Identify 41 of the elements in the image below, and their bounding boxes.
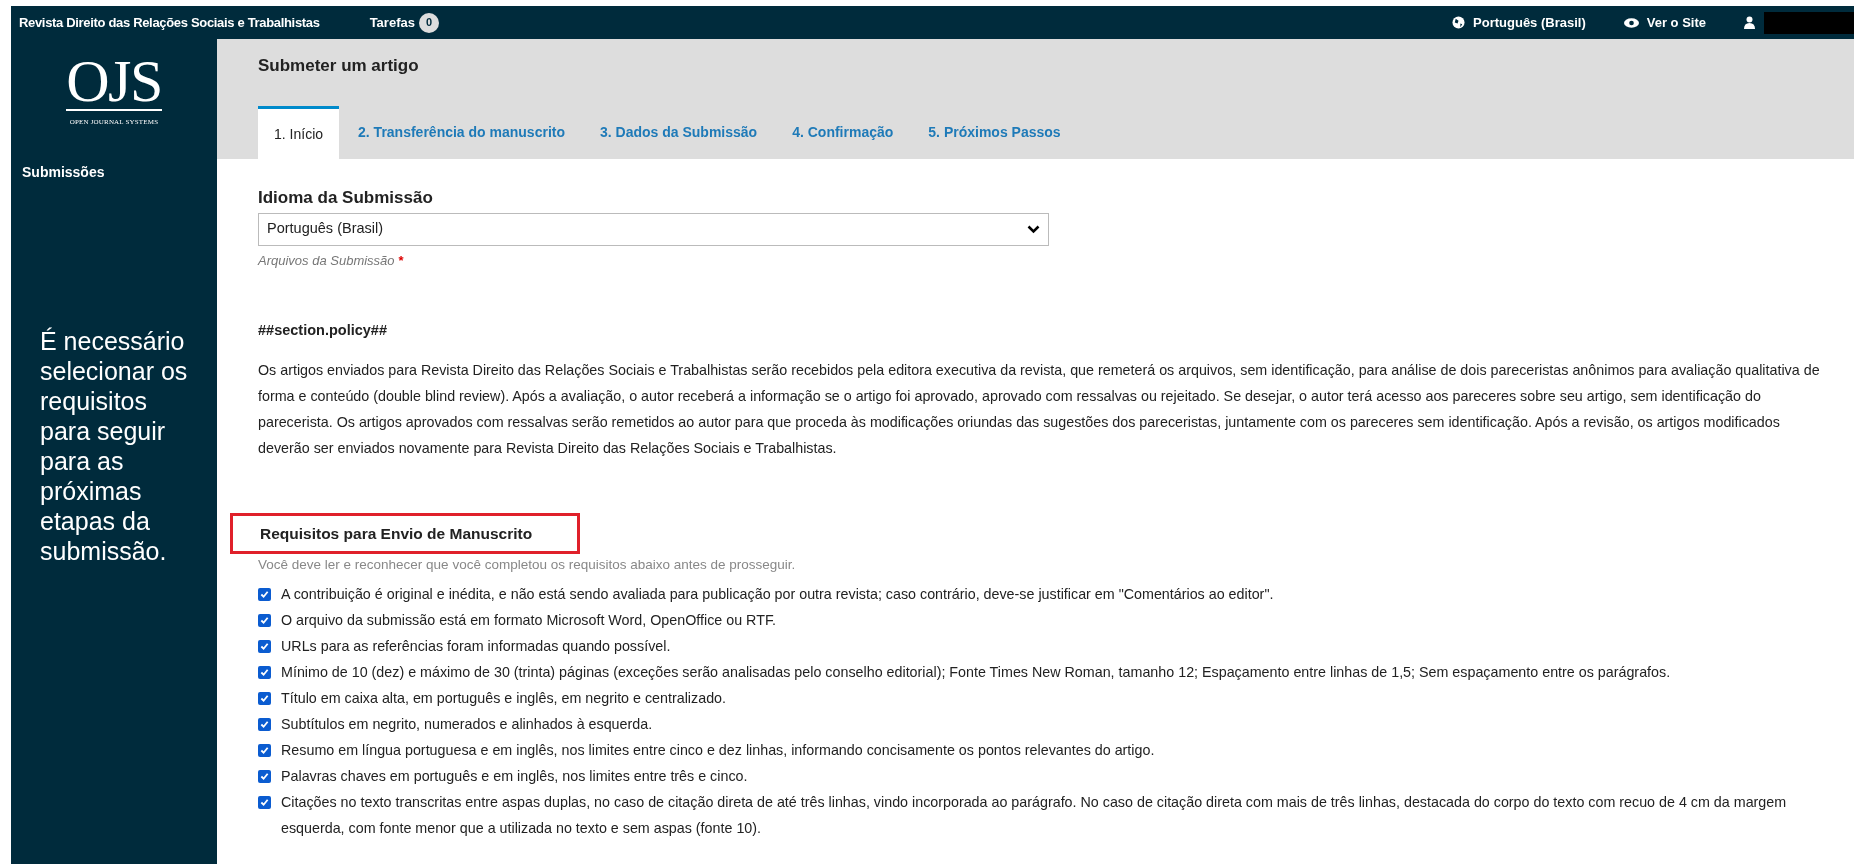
tab[interactable]: 1. Início bbox=[258, 106, 340, 159]
language-select[interactable]: Português (Brasil) bbox=[258, 212, 1049, 246]
checkbox[interactable] bbox=[258, 718, 271, 732]
checkbox[interactable] bbox=[258, 640, 271, 654]
field-label: Idioma da Submissão bbox=[258, 187, 434, 209]
user-icon bbox=[1744, 16, 1755, 29]
requirements-heading: Requisitos para Envio de Manuscrito bbox=[230, 512, 581, 554]
globe-icon bbox=[1452, 16, 1466, 29]
requirement-text: Mínimo de 10 (dez) e máximo de 30 (trinta) páginas (exceções serão analisadas pelo conselho editorial); Fonte Times New Roman, tamanho 12; Espaçamento entre linhas de 1,5; Sem espaçamento entre os parágrafos. bbox=[281, 663, 1671, 683]
checkbox[interactable] bbox=[258, 744, 271, 758]
requirement-text: Resumo em língua portuguesa e em inglês, nos limites entre cinco e dez linhas, informando concisamente os pontos relevantes do artigo. bbox=[281, 741, 1155, 761]
policy-text: Os artigos enviados para Revista Direito das Relações Sociais e Trabalhistas serão recebidos pela editora executiva da revista, que remeterá os arquivos, sem identificação, para análise de dois pareceristas anônimos para avaliação qualitativa de forma e conteúdo (double blind review). Após a avaliação, o autor receberá a informação se o artigo foi aprovado, aprovado com ressalvas ou rejeitado. Se desejar, o autor terá acesso aos pareceres sobre seu artigo, sem identificação do parecerista. Os artigos aprovados com ressalvas serão remetidos ao autor para que proceda às modificações oriundas das sugestões dos pareceristas, juntamente com os pareceres sem identificação. Após a revisão, os artigos modificados deverão ser enviados novamente para Revista Direito das Relações Sociais e Trabalhistas. bbox=[258, 360, 1821, 458]
journal-title[interactable]: Revista Direito das Relações Sociais e Trabalhistas bbox=[19, 12, 320, 33]
requirement-text: Subtítulos em negrito, numerados e alinhados à esquerda. bbox=[281, 715, 653, 735]
tasks-link[interactable]: Tarefas bbox=[369, 12, 415, 33]
checkbox[interactable] bbox=[258, 588, 271, 602]
eye-icon bbox=[1623, 17, 1639, 28]
chevron-down-icon bbox=[1027, 224, 1040, 234]
sidebar-item[interactable]: Submissões bbox=[11, 157, 217, 187]
section-heading: ##section.policy## bbox=[258, 321, 388, 340]
required-mark: * bbox=[398, 251, 404, 270]
annotation-text: É necessário selecionar os requisitos para seguir para as próximas etapas da submissão. bbox=[39, 326, 189, 566]
checkbox[interactable] bbox=[258, 770, 271, 784]
instructions-text: Você deve ler e reconhecer que você completou os requisitos abaixo antes de prosseguir. bbox=[258, 556, 797, 574]
language-menu[interactable]: Português (Brasil) bbox=[1473, 12, 1586, 33]
requirement-text: URLs para as referências foram informadas quando possível. bbox=[281, 637, 671, 657]
checkbox[interactable] bbox=[258, 796, 271, 810]
requirement-text: O arquivo da submissão está em formato Microsoft Word, OpenOffice ou RTF. bbox=[281, 611, 777, 631]
field-hint: Arquivos da Submissão bbox=[258, 251, 395, 270]
logo-text: OJS bbox=[66, 53, 162, 111]
page-title: Submeter um artigo bbox=[258, 55, 420, 77]
checkbox[interactable] bbox=[258, 692, 271, 706]
requirement-text: Título em caixa alta, em português e inglês, em negrito e centralizado. bbox=[281, 689, 727, 709]
checkbox[interactable] bbox=[258, 666, 271, 680]
tasks-count-badge: 0 bbox=[418, 12, 439, 33]
view-site-link[interactable]: Ver o Site bbox=[1646, 12, 1706, 33]
requirement-text: Citações no texto transcritas entre aspas duplas, no caso de citação direta de até três linhas, vindo incorporada ao parágrafo. No caso de citação direta com mais de três linhas, destacada do corpo do texto com recuo de 4 cm da margem esquerda, com fonte menor que a utilizada no texto e sem aspas (fonte 10). bbox=[281, 793, 1788, 839]
select-value: Português (Brasil) bbox=[267, 219, 385, 239]
requirement-text: Palavras chaves em português e em inglês, nos limites entre três e cinco. bbox=[281, 767, 748, 787]
checkbox[interactable] bbox=[258, 614, 271, 628]
requirement-text: A contribuição é original e inédita, e não está sendo avaliada para publicação por outra revista; caso contrário, deve-se justificar em "Comentários ao editor". bbox=[281, 585, 1274, 605]
